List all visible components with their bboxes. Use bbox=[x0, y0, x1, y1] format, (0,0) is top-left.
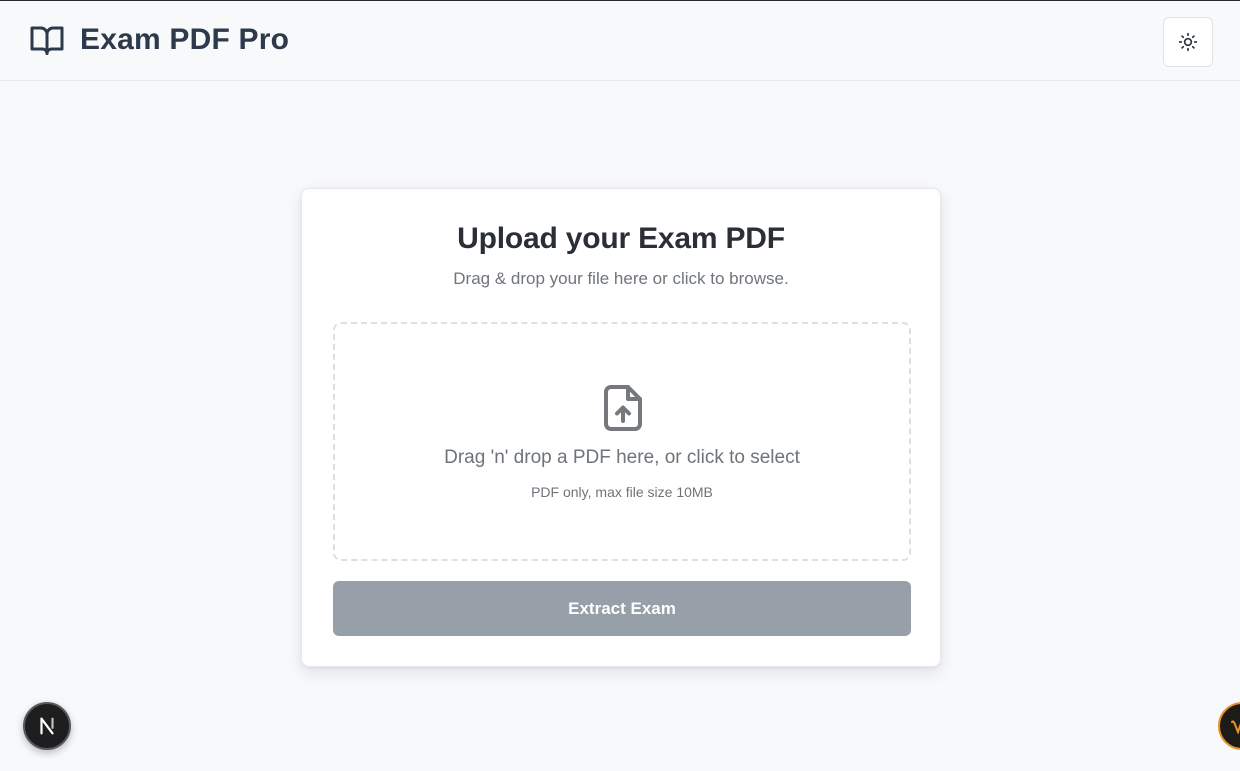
file-upload-icon bbox=[604, 385, 642, 431]
brand[interactable]: Exam PDF Pro bbox=[29, 22, 289, 58]
sun-icon bbox=[1178, 32, 1198, 52]
dropzone-hint: PDF only, max file size 10MB bbox=[531, 484, 713, 500]
dev-tools-badge[interactable] bbox=[23, 702, 71, 750]
extract-exam-button[interactable]: Extract Exam bbox=[333, 581, 911, 636]
card-subtitle: Drag & drop your file here or click to b… bbox=[453, 269, 789, 288]
app-title: Exam PDF Pro bbox=[80, 23, 290, 56]
card-title: Upload your Exam PDF bbox=[457, 222, 785, 255]
top-header: Exam PDF Pro bbox=[0, 1, 1240, 81]
dropzone-text: Drag 'n' drop a PDF here, or click to se… bbox=[444, 447, 800, 468]
assistant-badge[interactable] bbox=[1218, 702, 1240, 750]
book-open-icon bbox=[30, 26, 64, 55]
assistant-badge-icon bbox=[1231, 720, 1240, 735]
nextjs-logo-icon bbox=[40, 717, 54, 735]
app-window: Exam PDF Pro Upload your Exam PDF Drag &… bbox=[0, 0, 1240, 771]
pdf-dropzone[interactable]: Drag 'n' drop a PDF here, or click to se… bbox=[333, 322, 911, 561]
theme-toggle-button[interactable] bbox=[1163, 17, 1213, 67]
upload-card: Upload your Exam PDF Drag & drop your fi… bbox=[301, 188, 941, 667]
